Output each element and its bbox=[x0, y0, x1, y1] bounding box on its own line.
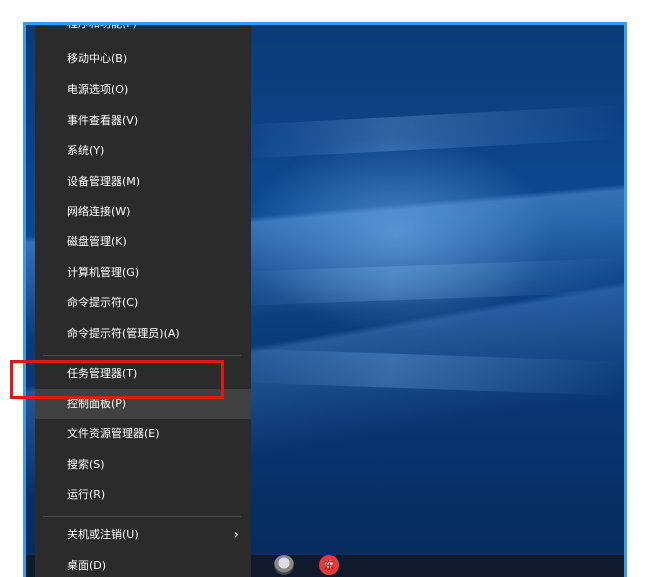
menu-item-command-prompt-admin[interactable]: 命令提示符(管理员)(A) bbox=[35, 319, 251, 349]
wallpaper-light-beam bbox=[236, 258, 624, 306]
red-app-icon-glyph: 东 bbox=[324, 561, 334, 572]
menu-item-desktop[interactable]: 桌面(D) bbox=[35, 551, 251, 577]
menu-item-system[interactable]: 系统(Y) bbox=[35, 136, 251, 166]
menu-item-network-connections[interactable]: 网络连接(W) bbox=[35, 197, 251, 227]
menu-item-search[interactable]: 搜索(S) bbox=[35, 450, 251, 480]
menu-separator bbox=[43, 355, 241, 356]
menu-item-device-manager[interactable]: 设备管理器(M) bbox=[35, 167, 251, 197]
menu-item-run[interactable]: 运行(R) bbox=[35, 480, 251, 510]
menu-item-disk-management[interactable]: 磁盘管理(K) bbox=[35, 227, 251, 257]
chevron-right-icon: › bbox=[233, 527, 239, 543]
wallpaper-light-beam bbox=[236, 348, 624, 396]
menu-item-file-explorer[interactable]: 文件资源管理器(E) bbox=[35, 419, 251, 449]
menu-item-computer-management[interactable]: 计算机管理(G) bbox=[35, 258, 251, 288]
screenshot-frame: 东 程序和功能(F) 移动中心(B) 电源选项(O) 事件查看器(V) 系统(Y… bbox=[23, 22, 627, 577]
menu-item-power-options[interactable]: 电源选项(O) bbox=[35, 75, 251, 105]
robot-app-icon[interactable] bbox=[274, 555, 294, 575]
menu-item-shutdown-signout[interactable]: 关机或注销(U) › bbox=[35, 520, 251, 550]
red-highlight-box bbox=[10, 360, 224, 399]
winx-context-menu: 程序和功能(F) 移动中心(B) 电源选项(O) 事件查看器(V) 系统(Y) … bbox=[35, 25, 251, 577]
menu-item-event-viewer[interactable]: 事件查看器(V) bbox=[35, 106, 251, 136]
menu-item-mobility-center[interactable]: 移动中心(B) bbox=[35, 44, 251, 74]
menu-item-label: 关机或注销(U) bbox=[67, 528, 139, 541]
red-app-icon[interactable]: 东 bbox=[319, 555, 339, 575]
wallpaper-light-beam bbox=[236, 104, 624, 160]
menu-separator bbox=[43, 516, 241, 517]
menu-item-command-prompt[interactable]: 命令提示符(C) bbox=[35, 288, 251, 318]
menu-item-programs-features[interactable]: 程序和功能(F) bbox=[35, 25, 251, 39]
